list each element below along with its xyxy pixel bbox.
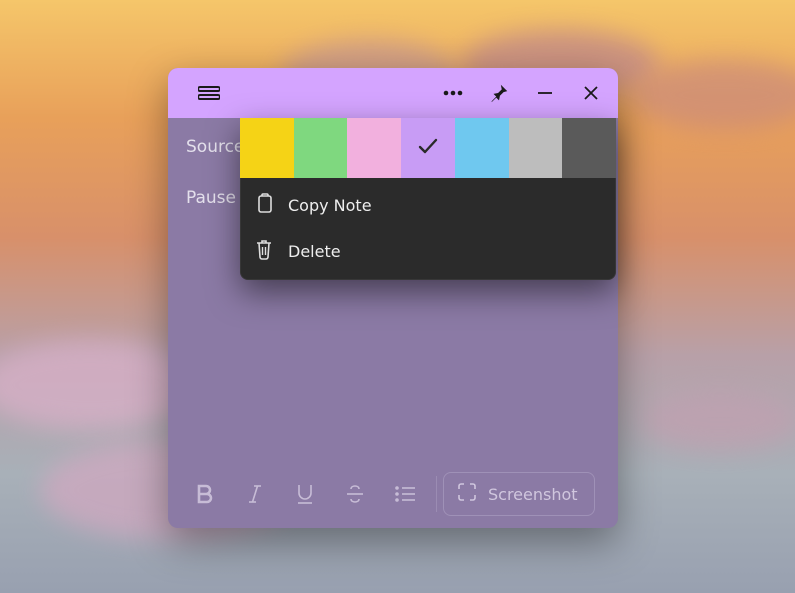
copy-icon — [254, 192, 274, 218]
color-picker-row — [240, 118, 616, 178]
copy-note-label: Copy Note — [288, 196, 372, 215]
color-swatch-green[interactable] — [294, 118, 348, 178]
pin-button[interactable] — [476, 70, 522, 116]
bullet-list-button[interactable] — [380, 473, 430, 515]
color-swatch-yellow[interactable] — [240, 118, 294, 178]
strikethrough-button[interactable] — [330, 473, 380, 515]
drag-handle-icon[interactable] — [186, 70, 232, 116]
color-swatch-dark-gray[interactable] — [562, 118, 616, 178]
screenshot-button[interactable]: Screenshot — [443, 472, 595, 516]
note-options-popup: Copy Note Delete — [240, 118, 616, 280]
color-swatch-purple[interactable] — [401, 118, 455, 178]
screenshot-icon — [456, 481, 478, 507]
delete-menu-item[interactable]: Delete — [240, 228, 616, 274]
color-swatch-pink[interactable] — [347, 118, 401, 178]
screenshot-label: Screenshot — [488, 485, 578, 504]
italic-button[interactable] — [230, 473, 280, 515]
bold-button[interactable] — [180, 473, 230, 515]
copy-note-menu-item[interactable]: Copy Note — [240, 182, 616, 228]
check-icon — [415, 133, 441, 163]
minimize-button[interactable] — [522, 70, 568, 116]
toolbar-separator — [436, 476, 437, 512]
color-swatch-blue[interactable] — [455, 118, 509, 178]
more-menu-button[interactable] — [430, 70, 476, 116]
format-toolbar: Screenshot — [168, 462, 618, 528]
delete-label: Delete — [288, 242, 341, 261]
color-swatch-light-gray[interactable] — [509, 118, 563, 178]
trash-icon — [254, 238, 274, 264]
underline-button[interactable] — [280, 473, 330, 515]
close-button[interactable] — [568, 70, 614, 116]
titlebar — [168, 68, 618, 118]
